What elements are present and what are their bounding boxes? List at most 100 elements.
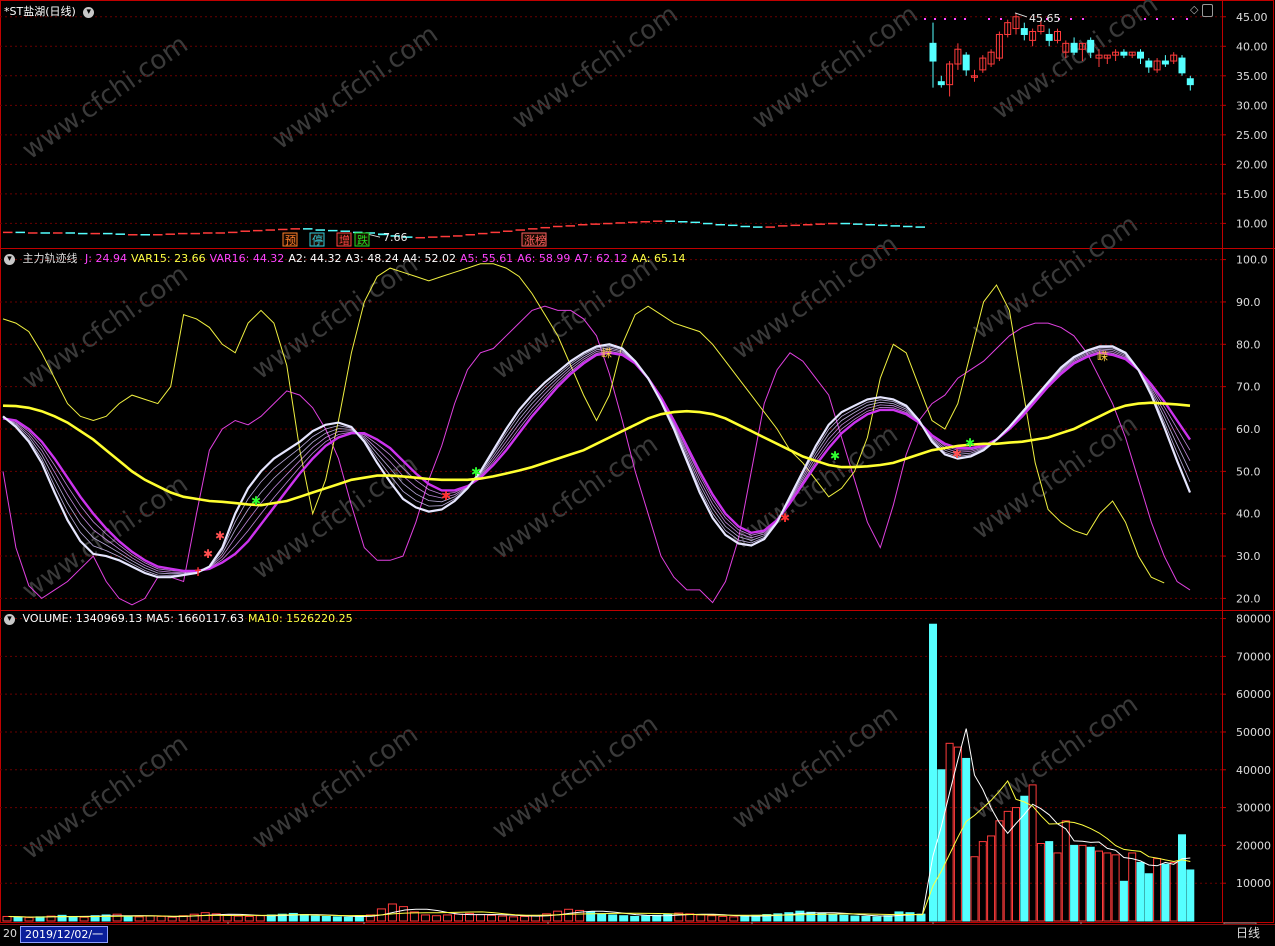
volume-bar [953,746,962,922]
signal-dot [944,18,946,20]
volume-bar [1128,852,1137,922]
early-candle [790,224,800,227]
year-prefix: 20 [3,927,17,940]
chevron-down-icon[interactable]: ▾ [4,613,15,625]
volume-bar [255,915,265,922]
early-candle [865,223,875,226]
early-candle [340,230,350,232]
watermark-text: www.cfchi.com [487,429,664,565]
period-label[interactable]: 日线 [1236,924,1260,941]
early-candle [515,229,525,231]
early-candle [765,226,775,228]
volume-bar [641,915,651,922]
early-candle [578,223,588,226]
candle-body [1161,60,1169,65]
volume-bar [630,915,640,922]
candle-body [929,42,937,62]
early-candle [903,225,913,228]
early-candle [165,233,175,235]
peak-marker: 嵘 [601,347,612,360]
early-candle [203,232,213,234]
volume-bar [1153,858,1162,922]
early-candle [628,221,638,224]
tick-label: 20.0 [1236,592,1261,605]
volume-bar [1061,820,1070,922]
chevron-down-icon[interactable]: ▾ [4,253,15,265]
signal-dot [1186,18,1188,20]
early-candle [853,223,863,225]
early-candle [653,220,663,222]
date-cursor[interactable]: 2019/12/02/一 [20,926,109,943]
early-candle [678,221,688,223]
volume-bar [200,912,210,922]
volume-bar [476,914,486,922]
signal-marker: ✱ [780,511,790,525]
scroll-icon[interactable] [1202,4,1213,17]
tick-label: 90.0 [1236,296,1261,309]
early-candle [740,225,750,228]
early-candle [465,234,475,236]
candle-body [1070,42,1078,53]
chart-stage: www.cfchi.com www.cfchi.com www.cfchi.com w… [0,0,1275,943]
series-ribbon-inner [2,347,1191,575]
early-candle [40,232,50,234]
early-candle [190,232,200,235]
stock-title: *ST盐湖(日线) [4,5,76,18]
early-candle [915,226,925,228]
volume-bar [1103,852,1112,922]
watermark-text: www.cfchi.com [727,419,904,555]
signal-dot [1144,18,1146,20]
volume-bar [962,757,971,922]
volume-bar [299,914,309,922]
tick-label: 45.00 [1236,11,1268,24]
volume-bar [156,915,166,922]
series-A7 [2,351,1191,573]
volume-bar [1012,807,1020,922]
tick-label: 25.00 [1236,129,1268,142]
volume-bar [619,915,629,922]
early-candle [803,223,813,226]
indicator-value: A7: 62.12 [574,252,628,265]
chart-svg: www.cfchi.com www.cfchi.com www.cfchi.com w… [0,0,1275,940]
signal-dot [964,18,966,20]
diamond-icon[interactable]: ◇ [1190,3,1198,16]
signal-marker: ✝ [193,565,203,579]
volume-bar [1144,873,1153,922]
early-candle [640,221,650,223]
tick-label: 20.00 [1236,158,1268,171]
tick-label: 30000 [1236,802,1271,815]
volume-bar [1136,861,1145,922]
watermark-text: www.cfchi.com [967,409,1144,545]
indicator-value: A5: 55.61 [459,252,514,265]
volume-value: MA5: 1660117.63 [146,612,244,625]
volume-bar [861,915,871,922]
chevron-down-icon[interactable]: ▾ [83,6,95,18]
early-candle [440,235,450,238]
early-candle [315,229,325,231]
volume-bar [509,916,519,922]
volume-bar [740,915,750,922]
tick-label: 80000 [1236,613,1271,626]
watermark-text: www.cfchi.com [247,249,424,385]
tick-label: 30.00 [1236,99,1268,112]
volume-bar [945,742,954,922]
early-candle [303,228,313,230]
volume-bar [431,915,441,922]
indicator-value: A4: 52.02 [402,252,456,265]
early-candle [453,235,463,237]
early-candle [840,222,850,225]
volume-bar [442,914,452,922]
early-candle [815,223,825,225]
volume-bar [1086,846,1095,922]
tick-label: 10000 [1236,877,1271,890]
candle-body [1186,78,1194,86]
volume-bar [987,835,996,922]
volume-bar [597,913,607,922]
early-candle [278,228,288,231]
tick-label: 80.0 [1236,338,1261,351]
volume-bar [1045,841,1054,922]
volume-bar [134,916,144,922]
volume-bar [729,916,739,922]
volume-bar [564,908,574,922]
candle-body [1120,51,1128,56]
